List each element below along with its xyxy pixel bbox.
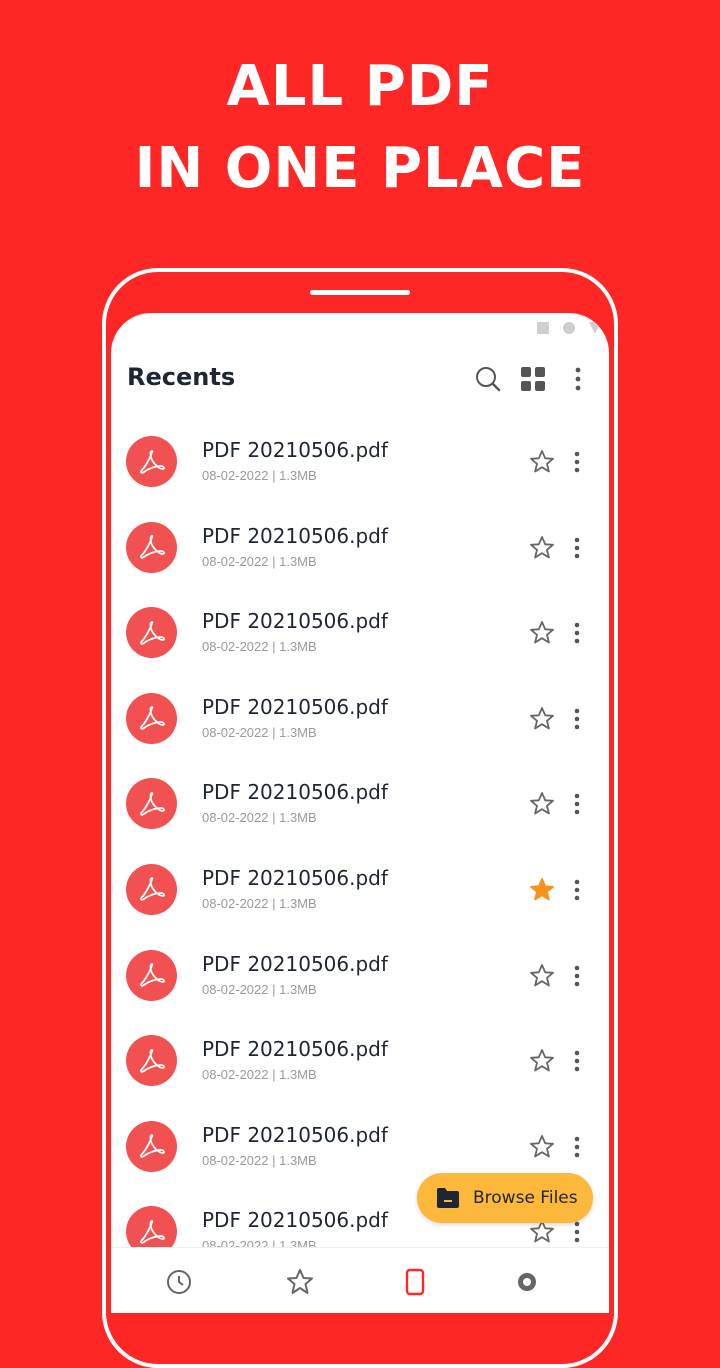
status-circle-icon [563,322,575,334]
list-item[interactable]: PDF 20210506.pdf 08-02-2022 | 1.3MB [111,1020,609,1106]
file-meta: 08-02-2022 | 1.3MB [202,895,317,911]
status-square-icon [537,322,549,334]
pdf-icon [126,607,177,659]
pdf-icon [126,692,177,744]
more-vertical-icon[interactable] [567,706,587,732]
phone-speaker [310,290,410,295]
headline-line-2: IN ONE PLACE [134,136,586,201]
pdf-icon [126,778,177,830]
file-meta: 08-02-2022 | 1.3MB [202,981,317,997]
clock-icon[interactable] [165,1268,193,1296]
more-vertical-icon[interactable] [567,877,587,903]
browse-files-button[interactable]: Browse Files [417,1173,593,1223]
star-icon[interactable] [529,706,555,732]
file-name: PDF 20210506.pdf [202,865,388,890]
recent-files-list: PDF 20210506.pdf 08-02-2022 | 1.3MB PDF 20… [111,421,609,1277]
file-meta: 08-02-2022 | 1.3MB [202,810,317,826]
star-icon[interactable] [529,535,555,561]
list-item[interactable]: PDF 20210506.pdf 08-02-2022 | 1.3MB [111,678,609,764]
more-vertical-icon[interactable] [567,1134,587,1160]
list-item[interactable]: PDF 20210506.pdf 08-02-2022 | 1.3MB [111,763,609,849]
file-name: PDF 20210506.pdf [202,1122,388,1147]
list-item[interactable]: PDF 20210506.pdf 08-02-2022 | 1.3MB [111,421,609,507]
list-item[interactable]: PDF 20210506.pdf 08-02-2022 | 1.3MB [111,849,609,935]
list-item[interactable]: PDF 20210506.pdf 08-02-2022 | 1.3MB [111,507,609,593]
star-icon[interactable] [529,963,555,989]
status-bar [537,321,601,335]
more-vertical-icon[interactable] [567,1219,587,1245]
phone-icon[interactable] [401,1268,429,1296]
file-meta: 08-02-2022 | 1.3MB [202,639,317,655]
more-vertical-icon[interactable] [567,535,587,561]
file-meta: 08-02-2022 | 1.3MB [202,468,317,483]
pdf-icon [126,1120,177,1172]
star-icon[interactable] [529,791,555,817]
pdf-icon [126,521,177,573]
pdf-icon [126,949,177,1001]
file-name: PDF 20210506.pdf [202,1037,388,1062]
star-icon[interactable] [529,1134,555,1160]
browse-files-label: Browse Files [473,1188,578,1208]
app-bar: Recents [111,353,609,405]
file-meta: 08-02-2022 | 1.3MB [202,724,317,740]
star-icon[interactable] [529,1219,555,1245]
star-icon[interactable] [529,1048,555,1074]
file-name: PDF 20210506.pdf [202,438,388,462]
page-title: Recents [127,363,236,391]
file-name: PDF 20210506.pdf [202,609,388,634]
file-name: PDF 20210506.pdf [202,951,388,976]
star-nav-icon[interactable] [286,1268,314,1296]
pdf-icon [126,1035,177,1087]
file-meta: 08-02-2022 | 1.3MB [202,553,317,569]
more-vertical-icon[interactable] [567,791,587,817]
list-item[interactable]: PDF 20210506.pdf 08-02-2022 | 1.3MB [111,592,609,678]
status-triangle-icon [589,322,601,334]
file-meta: 08-02-2022 | 1.3MB [202,1152,317,1168]
more-vertical-icon[interactable] [567,963,587,989]
star-icon[interactable] [529,449,555,475]
more-vertical-icon[interactable] [567,449,587,475]
phone-screen: Recents PDF 20210506.pdf 08-02-2022 | 1.3… [111,313,609,1313]
file-meta: 08-02-2022 | 1.3MB [202,1067,317,1083]
file-name: PDF 20210506.pdf [202,1208,388,1233]
more-vertical-icon[interactable] [564,365,592,393]
folder-icon [437,1188,459,1208]
star-filled-icon[interactable] [529,877,555,903]
pdf-icon [126,436,177,487]
file-name: PDF 20210506.pdf [202,523,388,548]
star-icon[interactable] [529,620,555,646]
list-item[interactable]: PDF 20210506.pdf 08-02-2022 | 1.3MB [111,935,609,1021]
more-vertical-icon[interactable] [567,1048,587,1074]
search-icon[interactable] [474,365,502,393]
file-name: PDF 20210506.pdf [202,694,388,719]
file-name: PDF 20210506.pdf [202,780,388,805]
tools-icon[interactable] [513,1268,541,1296]
grid-view-icon[interactable] [519,365,547,393]
bottom-navigation [111,1247,609,1296]
headline-line-1: ALL PDF [226,54,494,119]
pdf-icon [126,863,177,915]
more-vertical-icon[interactable] [567,620,587,646]
